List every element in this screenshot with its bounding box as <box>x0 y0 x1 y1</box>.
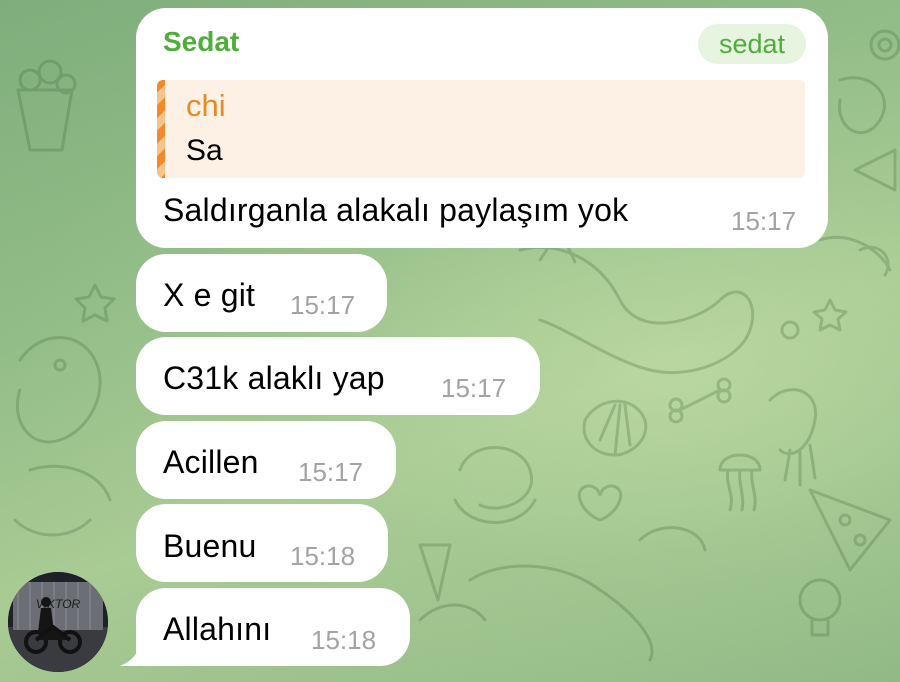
message-time: 15:17 <box>298 457 364 487</box>
reply-quote-bar <box>157 80 165 178</box>
sender-tag-badge: sedat <box>698 24 806 64</box>
bubble-tail <box>120 646 140 666</box>
message-text: Allahını <box>163 611 272 647</box>
message-text: Acillen <box>163 444 259 480</box>
message-text: C31k alaklı yap <box>163 360 385 396</box>
message-time: 15:17 <box>731 206 797 236</box>
avatar-photo-icon: VIKTOR <box>8 572 108 672</box>
reply-quote-author: chi <box>186 88 226 123</box>
avatar[interactable]: VIKTOR <box>8 572 108 672</box>
message-time: 15:17 <box>441 373 507 403</box>
message-text: X e git <box>163 277 256 313</box>
reply-quote[interactable]: chi Sa <box>157 80 805 178</box>
message-text: Saldırganla alakalı paylaşım yok <box>163 192 629 228</box>
sender-name[interactable]: Sedat <box>163 26 239 58</box>
message-time: 15:17 <box>290 290 356 320</box>
reply-quote-text: Sa <box>186 134 223 167</box>
message-time: 15:18 <box>290 541 356 571</box>
message-text: Buenu <box>163 528 257 564</box>
message-time: 15:18 <box>311 625 377 655</box>
